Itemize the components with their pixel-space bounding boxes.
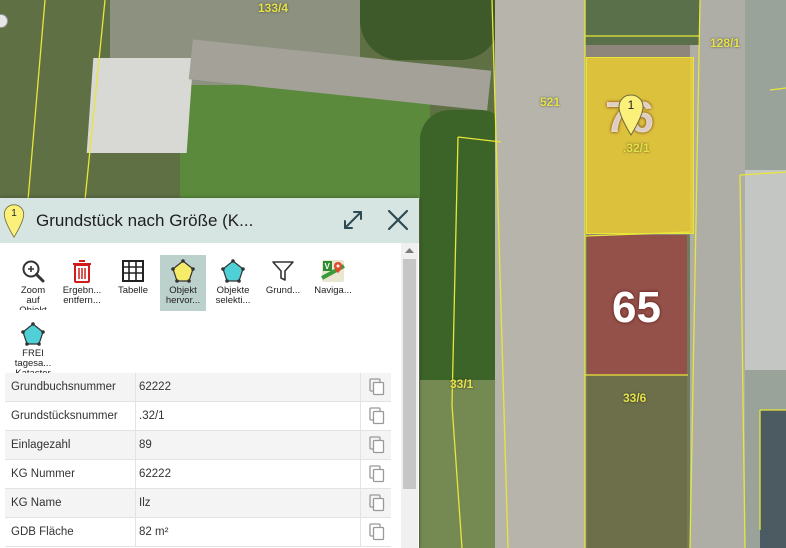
attribute-value: 89 bbox=[135, 431, 360, 460]
close-icon bbox=[387, 209, 409, 231]
tool-label-table: Tabelle bbox=[117, 286, 149, 296]
tool-label-select: Objekte selekti... bbox=[215, 286, 251, 306]
attribute-value: 62222 bbox=[135, 373, 360, 402]
copy-button[interactable] bbox=[360, 431, 391, 460]
attribute-key: Einlagezahl bbox=[11, 439, 71, 451]
copy-button[interactable] bbox=[360, 460, 391, 489]
panel-title: Grundstück nach Größe (K... bbox=[36, 211, 254, 230]
table-row: KG Nummer 62222 bbox=[5, 460, 391, 489]
panel-header: 1 Grundstück nach Größe (K... bbox=[0, 198, 419, 243]
tool-label-highlight: Objekt hervor... bbox=[165, 286, 201, 306]
copy-icon bbox=[369, 378, 385, 396]
attribute-value: .32/1 bbox=[135, 402, 360, 431]
copy-icon bbox=[369, 494, 385, 512]
parcel-label-133-4: 133/4 bbox=[258, 1, 289, 15]
table-row: Grundstücksnummer .32/1 bbox=[5, 402, 391, 431]
attribute-value: 62222 bbox=[135, 460, 360, 489]
panel-scrollbar[interactable] bbox=[401, 243, 418, 548]
attribute-table: Grundbuchsnummer 62222 Grundstücksnummer… bbox=[5, 373, 391, 547]
attribute-key: KG Nummer bbox=[11, 468, 75, 480]
copy-icon bbox=[369, 436, 385, 454]
scrollbar-thumb[interactable] bbox=[403, 259, 416, 489]
highlight-object-button[interactable]: Objekt hervor... bbox=[160, 255, 206, 311]
zoom-icon bbox=[22, 260, 45, 283]
table-icon bbox=[122, 260, 144, 282]
table-row: GDB Fläche 82 m² bbox=[5, 518, 391, 547]
parcel-label-521: 521 bbox=[540, 95, 561, 109]
copy-button[interactable] bbox=[360, 402, 391, 431]
attribute-key: GDB Fläche bbox=[11, 526, 74, 538]
attribute-key: KG Name bbox=[11, 497, 62, 509]
select-objects-button[interactable]: Objekte selekti... bbox=[210, 255, 256, 311]
house-number-65: 65 bbox=[612, 283, 661, 332]
filter-button[interactable]: Grund... bbox=[260, 255, 306, 311]
tool-label-remove: Ergebn... entfern... bbox=[62, 286, 102, 306]
parcel-label-32-1: .32/1 bbox=[623, 141, 650, 155]
table-row: KG Name Ilz bbox=[5, 489, 391, 518]
map-marker-pin[interactable]: 1 bbox=[618, 94, 644, 136]
tool-label-filter: Grund... bbox=[265, 286, 301, 296]
cadastre-button[interactable]: FREI tagesa... Kataster bbox=[10, 318, 56, 374]
navigation-icon: V bbox=[321, 260, 345, 282]
parcel-label-128-1: 128/1 bbox=[710, 36, 741, 50]
copy-icon bbox=[369, 523, 385, 541]
copy-icon bbox=[369, 465, 385, 483]
navigation-button[interactable]: V Naviga... bbox=[310, 255, 356, 311]
panel-marker-number: 1 bbox=[11, 208, 17, 219]
expand-button[interactable] bbox=[342, 209, 364, 231]
copy-button[interactable] bbox=[360, 489, 391, 518]
filter-icon bbox=[272, 261, 294, 281]
highlight-polygon-icon bbox=[171, 259, 195, 283]
svg-text:V: V bbox=[325, 262, 331, 271]
select-polygon-icon bbox=[221, 259, 245, 283]
expand-arrows-icon bbox=[344, 211, 362, 229]
copy-button[interactable] bbox=[360, 373, 391, 402]
table-button[interactable]: Tabelle bbox=[110, 255, 156, 311]
table-row: Grundbuchsnummer 62222 bbox=[5, 373, 391, 402]
trash-icon bbox=[73, 260, 91, 283]
tool-label-cadastre: FREI tagesa... Kataster bbox=[14, 349, 52, 373]
attribute-key: Grundstücksnummer bbox=[11, 410, 118, 422]
tool-label-zoom: Zoom auf Objekt bbox=[19, 286, 46, 310]
parcel-label-33-1: 33/1 bbox=[450, 377, 474, 391]
cadastre-polygon-icon bbox=[21, 322, 45, 346]
tool-label-navigation: Naviga... bbox=[314, 286, 352, 296]
scroll-up-arrow-icon[interactable] bbox=[401, 245, 418, 257]
table-row: Einlagezahl 89 bbox=[5, 431, 391, 460]
copy-icon bbox=[369, 407, 385, 425]
parcel-label-33-6: 33/6 bbox=[623, 391, 647, 405]
map-marker-number: 1 bbox=[627, 98, 635, 112]
feature-info-panel: 1 Grundstück nach Größe (K... Zoom auf E… bbox=[0, 198, 419, 548]
zoom-to-object-button[interactable]: Zoom auf Objekt bbox=[10, 255, 56, 311]
remove-results-button[interactable]: Ergebn... entfern... bbox=[59, 255, 105, 311]
panel-marker: 1 bbox=[3, 204, 25, 238]
copy-button[interactable] bbox=[360, 518, 391, 547]
result-toolbar: Zoom auf Objekt Ergebn... entfern... Tab… bbox=[0, 243, 400, 373]
attribute-value: Ilz bbox=[135, 489, 360, 518]
attribute-key: Grundbuchsnummer bbox=[11, 381, 116, 393]
close-button[interactable] bbox=[386, 208, 410, 232]
attribute-value: 82 m² bbox=[135, 518, 360, 547]
